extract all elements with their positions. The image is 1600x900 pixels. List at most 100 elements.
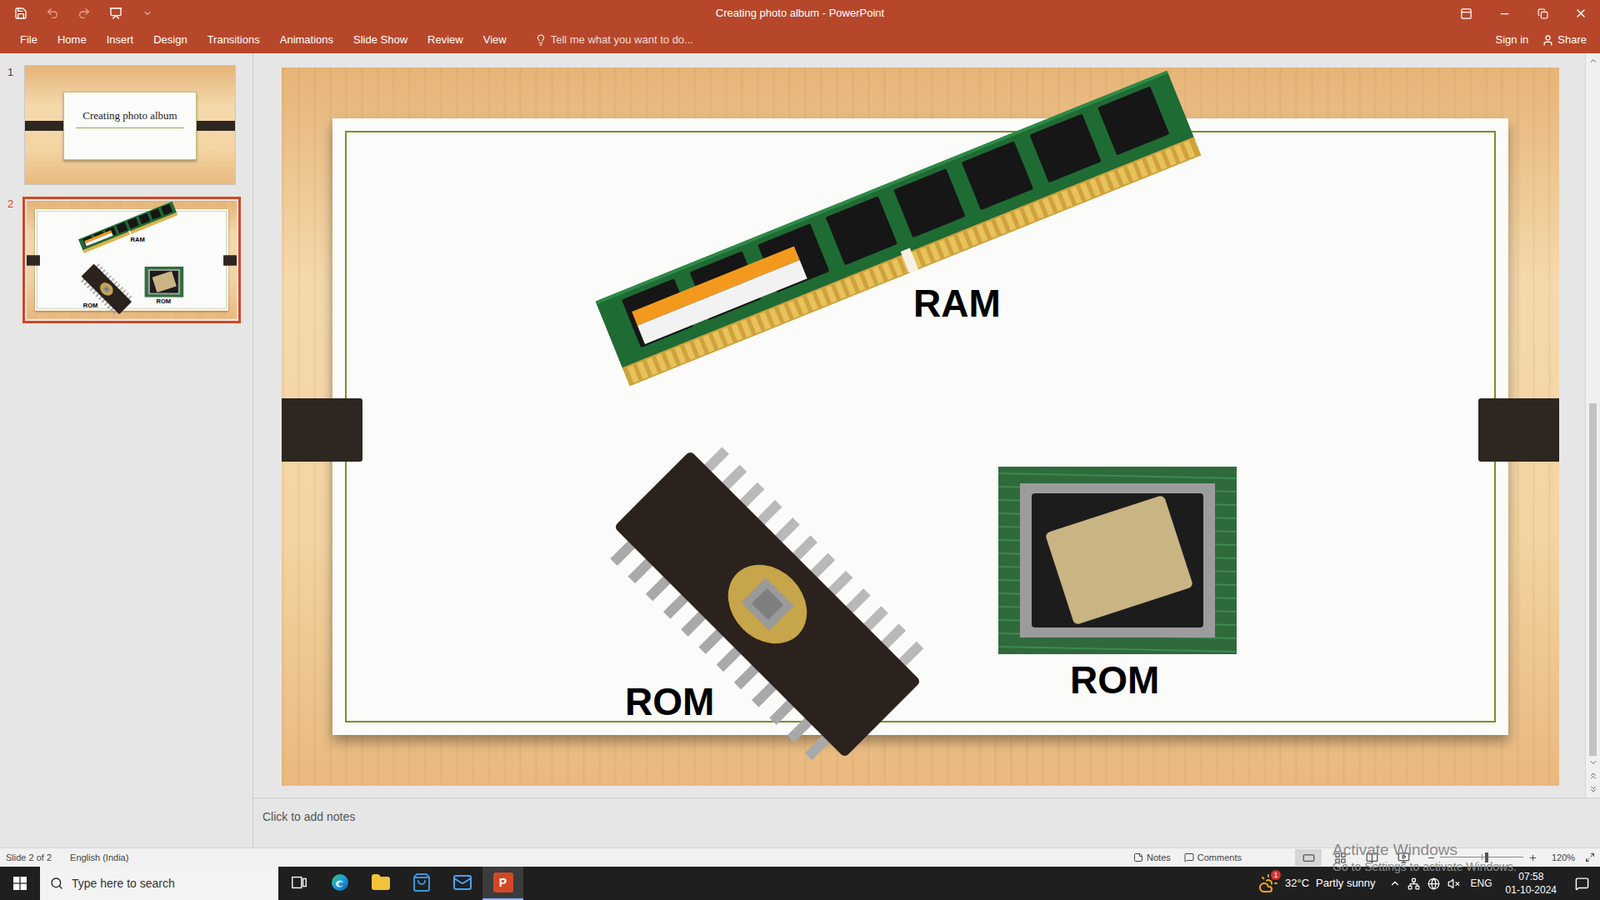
normal-view-icon <box>1302 851 1315 865</box>
normal-view-button[interactable] <box>1295 849 1322 866</box>
picture-caption[interactable]: RAM <box>913 282 1001 325</box>
ribbon-tab[interactable]: Slide Show <box>343 27 418 53</box>
ribbon-tab[interactable]: Home <box>47 27 97 53</box>
zoom-in-button[interactable] <box>1526 853 1539 863</box>
taskbar-app[interactable] <box>360 866 401 900</box>
notification-icon <box>1575 876 1590 891</box>
bios-chip-photo <box>998 466 1237 655</box>
frame-clip-left <box>26 255 40 265</box>
zoom-in-icon <box>1528 853 1538 863</box>
slide-thumbnail-row[interactable]: 1 Creating photo album <box>7 65 253 185</box>
notes-button[interactable]: Notes <box>1126 850 1178 865</box>
restore-icon <box>1537 8 1549 20</box>
zoom-slider[interactable] <box>1440 851 1524 864</box>
language-indicator[interactable]: English (India) <box>70 850 129 865</box>
chevron-up-icon <box>1389 877 1401 890</box>
slide-number: 1 <box>7 65 23 78</box>
ribbon-tab[interactable]: Animations <box>270 27 344 53</box>
picture-caption[interactable]: ROM <box>1070 659 1160 702</box>
network-button[interactable] <box>1404 877 1425 890</box>
slide-indicator: Slide 2 of 2 <box>5 850 52 865</box>
mail-icon <box>452 872 473 893</box>
show-hidden-icons-button[interactable] <box>1385 877 1405 890</box>
lightbulb-icon <box>535 34 547 46</box>
volume-muted-icon <box>1447 877 1460 890</box>
scroll-thumb[interactable] <box>1589 403 1597 756</box>
bios-picture[interactable] <box>144 266 184 298</box>
clock-time: 07:58 <box>1518 870 1544 884</box>
taskbar-app[interactable] <box>319 866 360 900</box>
customize-button[interactable] <box>131 1 164 25</box>
start-button[interactable] <box>0 866 40 900</box>
start-slideshow-button[interactable] <box>100 1 132 25</box>
zoom-slider-thumb[interactable] <box>1485 852 1489 863</box>
ribbon-tab[interactable]: View <box>473 27 517 53</box>
close-button[interactable] <box>1561 0 1600 27</box>
taskbar-search-box[interactable]: Type here to search <box>40 866 279 900</box>
ribbon-tabs: FileHomeInsertDesignTransitionsAnimation… <box>0 26 1600 54</box>
window-title: Creating photo album - PowerPoint <box>715 5 885 22</box>
zoom-level[interactable]: 120% <box>1551 850 1580 865</box>
task-view-icon <box>290 873 309 892</box>
customize-icon <box>142 8 153 19</box>
slide-thumbnail-row[interactable]: 2 RAM ROM ROM <box>7 196 253 324</box>
ribbon-tab[interactable]: Design <box>143 27 197 53</box>
notes-pane[interactable]: Click to add notes <box>253 797 1600 848</box>
picture-caption[interactable]: ROM <box>83 301 99 309</box>
thumbnail-title: Creating photo album <box>82 107 177 125</box>
ribbon-display-options-button[interactable] <box>1446 0 1485 27</box>
fit-to-window-button[interactable] <box>1580 852 1600 863</box>
undo-icon <box>45 6 60 20</box>
notification-button[interactable] <box>1563 866 1600 900</box>
undo-button <box>36 1 69 25</box>
vertical-scrollbar[interactable] <box>1585 53 1600 798</box>
ribbon-tab[interactable]: Transitions <box>197 27 270 53</box>
minimize-button[interactable] <box>1485 0 1524 27</box>
input-language[interactable]: ENG <box>1464 875 1500 891</box>
store-icon <box>411 872 432 893</box>
share-button[interactable]: Share <box>1536 31 1592 49</box>
taskbar-app[interactable] <box>278 866 320 900</box>
restore-button[interactable] <box>1523 0 1562 27</box>
ribbon-tab[interactable]: Insert <box>96 27 145 53</box>
slide-canvas[interactable]: RAM ROM ROM <box>281 67 1560 786</box>
slide-thumbnail[interactable]: Creating photo album <box>24 65 236 185</box>
volume-button[interactable] <box>1444 877 1465 890</box>
bios-chip-photo <box>144 266 184 298</box>
globe-button[interactable] <box>1424 877 1445 890</box>
weather-condition: Partly sunny <box>1315 875 1376 892</box>
ribbon-tab[interactable]: Review <box>417 27 474 53</box>
taskbar-app[interactable]: P <box>482 866 524 900</box>
tell-me-box[interactable]: Tell me what you want to do... <box>535 31 694 49</box>
frame-clip-left <box>281 398 363 462</box>
scroll-up-icon[interactable] <box>1588 55 1599 66</box>
weather-badge: 1 <box>1270 870 1281 880</box>
slide-canvas[interactable]: RAM ROM ROM <box>26 200 237 320</box>
bios-picture[interactable] <box>998 466 1237 655</box>
picture-caption[interactable]: ROM <box>156 298 172 305</box>
comments-button[interactable]: Comments <box>1177 850 1249 865</box>
save-icon <box>14 6 28 20</box>
slide-number: 2 <box>7 196 23 210</box>
search-icon <box>50 876 64 890</box>
fit-to-window-icon <box>1585 852 1595 863</box>
comments-icon <box>1184 852 1195 863</box>
start-slideshow-icon <box>109 6 123 20</box>
taskbar-app[interactable] <box>400 866 442 900</box>
picture-caption[interactable]: ROM <box>625 680 715 724</box>
sign-in-link[interactable]: Sign in <box>1487 31 1538 49</box>
scroll-down-icon[interactable] <box>1588 757 1599 768</box>
network-icon <box>1407 877 1420 890</box>
taskbar-app[interactable] <box>441 866 483 900</box>
weather-widget[interactable]: 1 32°C Partly sunny <box>1258 873 1386 894</box>
clock-date: 01-10-2024 <box>1505 883 1557 897</box>
ribbon-tab[interactable]: File <box>10 27 48 53</box>
clock[interactable]: 07:5801-10-2024 <box>1499 870 1564 897</box>
slide-thumbnail[interactable]: RAM ROM ROM <box>22 196 241 324</box>
previous-slide-icon[interactable] <box>1588 770 1599 781</box>
weather-temperature: 32°C <box>1285 875 1310 892</box>
save-button[interactable] <box>5 1 37 25</box>
next-slide-icon[interactable] <box>1588 784 1599 795</box>
quick-access-toolbar <box>0 1 716 25</box>
picture-caption[interactable]: RAM <box>130 235 145 243</box>
